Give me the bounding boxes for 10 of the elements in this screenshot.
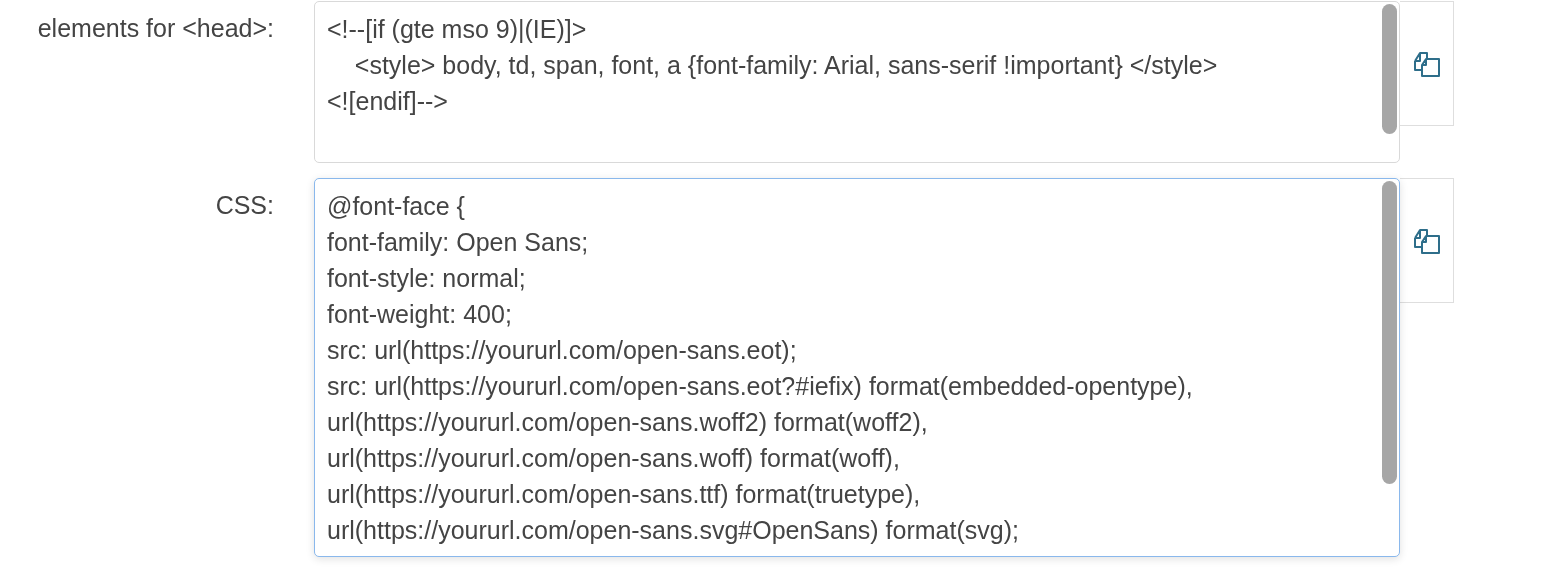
- copy-button[interactable]: [1400, 1, 1454, 126]
- copy-icon: [1412, 49, 1441, 78]
- code-field[interactable]: @font-face { font-family: Open Sans; font-style: normal; font-weight: 400; src: url(https://yoururl.com/open-sans.eot); src: url(https://yoururl.com/open-sans.eot?#iefix) format(embedded-opentype), url(https://yoururl.com/open-sans.woff2) format(woff2), url(https://yoururl.com/open-sans.woff) format(woff), url(https://yoururl.com/open-sans.ttf) format(truetype), url(https://yoururl.com/open-sans.svg#OpenSans) format(svg);: [314, 178, 1400, 557]
- code-field[interactable]: <!--[if (gte mso 9)|(IE)]> <style> body, td, span, font, a {font-family: Arial, sans-serif !important} </style> <![endif]-->: [314, 1, 1400, 163]
- copy-icon: [1412, 226, 1441, 255]
- scrollbar-thumb[interactable]: [1382, 181, 1397, 484]
- field-label: elements for <head>:: [37, 13, 274, 43]
- field-label: CSS:: [215, 190, 274, 220]
- scrollbar-thumb[interactable]: [1382, 4, 1397, 134]
- copy-button[interactable]: [1400, 178, 1454, 303]
